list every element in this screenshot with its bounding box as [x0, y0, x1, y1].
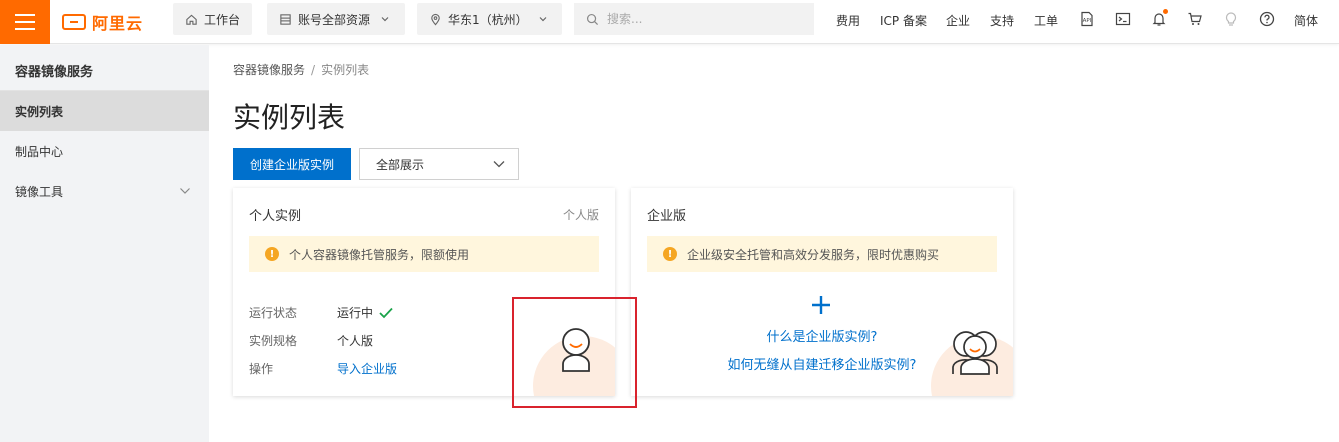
chevron-down-icon: [180, 188, 190, 194]
workbench-label: 工作台: [204, 12, 241, 27]
highlight-annotation-box: [512, 297, 637, 408]
notice-text: 个人容器镜像托管服务，限额使用: [289, 247, 470, 262]
spec-row: 实例规格 个人版: [249, 332, 373, 349]
help-icon[interactable]: [1257, 9, 1277, 29]
list-icon: [280, 13, 291, 25]
home-icon: [186, 14, 197, 25]
sidebar-item-artifacts[interactable]: 制品中心: [0, 131, 209, 171]
chevron-down-icon: [539, 17, 547, 22]
create-enterprise-instance-button[interactable]: 创建企业版实例: [233, 148, 351, 180]
chevron-down-icon: [381, 17, 389, 22]
top-navigation-bar: 阿里云 工作台 账号全部资源 华东1（杭州） 费用 ICP 备案 企业 支持 工…: [0, 0, 1339, 44]
billing-link[interactable]: 费用: [836, 12, 860, 29]
breadcrumb-root[interactable]: 容器镜像服务: [233, 63, 305, 77]
filter-select-value: 全部展示: [376, 157, 425, 172]
cart-icon[interactable]: [1185, 9, 1205, 29]
aliyun-logo[interactable]: 阿里云: [62, 9, 143, 35]
sidebar-title: 容器镜像服务: [0, 45, 209, 91]
status-value: 运行中: [337, 306, 374, 320]
breadcrumb-current: 实例列表: [321, 63, 370, 77]
action-key: 操作: [249, 362, 274, 376]
resource-selector[interactable]: 账号全部资源: [267, 3, 405, 35]
menu-icon[interactable]: [0, 0, 50, 44]
card-title: 个人实例: [249, 209, 302, 224]
edition-tag: 个人版: [562, 208, 599, 222]
status-row: 运行状态 运行中: [249, 304, 393, 321]
checkmark-icon: [379, 307, 393, 318]
notice-text: 企业级安全托管和高效分发服务，限时优惠购买: [687, 247, 940, 262]
sidebar: 容器镜像服务 实例列表 制品中心 镜像工具: [0, 45, 209, 442]
logo-text: 阿里云: [92, 14, 144, 33]
api-icon[interactable]: API: [1077, 9, 1097, 29]
search-icon: [586, 13, 599, 25]
spec-key: 实例规格: [249, 334, 298, 348]
import-enterprise-link[interactable]: 导入企业版: [337, 360, 397, 377]
logo-mark-icon: [62, 14, 86, 30]
terminal-icon[interactable]: [1113, 9, 1133, 29]
support-link[interactable]: 支持: [990, 12, 1014, 29]
search-input[interactable]: [607, 12, 797, 26]
sidebar-item-label: 制品中心: [15, 144, 64, 159]
page-title: 实例列表: [233, 101, 346, 134]
workbench-button[interactable]: 工作台: [173, 3, 253, 35]
ticket-link[interactable]: 工单: [1034, 12, 1058, 29]
plus-icon[interactable]: [810, 294, 832, 316]
region-label: 华东1（杭州）: [448, 12, 528, 27]
breadcrumb: 容器镜像服务 / 实例列表: [233, 61, 369, 78]
filter-select[interactable]: 全部展示: [359, 148, 519, 180]
group-avatar-icon: [952, 331, 998, 375]
sidebar-item-image-tools[interactable]: 镜像工具: [0, 171, 209, 211]
bell-icon[interactable]: [1149, 9, 1169, 29]
lightbulb-icon[interactable]: [1221, 9, 1241, 29]
chevron-down-icon: [493, 161, 505, 168]
action-row: 操作 导入企业版: [249, 360, 397, 377]
status-key: 运行状态: [249, 306, 298, 320]
enterprise-card: 企业版 ! 企业级安全托管和高效分发服务，限时优惠购买 什么是企业版实例? 如何…: [631, 188, 1013, 396]
resource-label: 账号全部资源: [298, 12, 371, 27]
language-switch[interactable]: 简体: [1294, 12, 1318, 29]
svg-text:API: API: [1083, 18, 1092, 24]
icp-link[interactable]: ICP 备案: [880, 12, 927, 29]
sidebar-item-instances[interactable]: 实例列表: [0, 91, 209, 131]
card-title: 企业版: [647, 209, 687, 224]
breadcrumb-separator: /: [311, 63, 316, 77]
spec-value: 个人版: [337, 334, 374, 348]
enterprise-link[interactable]: 企业: [946, 12, 970, 29]
search-box[interactable]: [574, 3, 814, 35]
location-icon: [431, 13, 440, 25]
sidebar-item-label: 实例列表: [15, 104, 64, 119]
notification-dot: [1163, 9, 1168, 14]
notice-banner: ! 个人容器镜像托管服务，限额使用: [249, 236, 599, 272]
region-selector[interactable]: 华东1（杭州）: [417, 3, 562, 35]
sidebar-item-label: 镜像工具: [15, 184, 64, 199]
notice-banner: ! 企业级安全托管和高效分发服务，限时优惠购买: [647, 236, 997, 272]
warning-icon: !: [265, 247, 279, 261]
warning-icon: !: [663, 247, 677, 261]
